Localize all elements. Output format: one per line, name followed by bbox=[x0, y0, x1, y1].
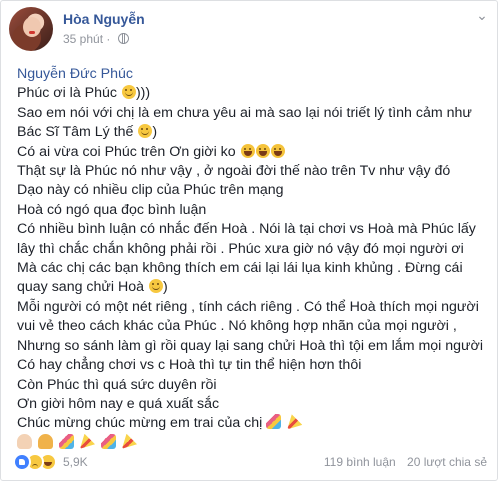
text-line-10-suffix: ) bbox=[162, 279, 168, 296]
smile-emoji-icon bbox=[121, 85, 136, 100]
post-body: Nguyễn Đức Phúc Phúc ơi là Phúc ))) Sao … bbox=[17, 65, 487, 453]
author-name[interactable]: Hòa Nguyễn bbox=[63, 11, 145, 27]
text-line-11: Mỗi người có một nét riêng , tính cách r… bbox=[17, 298, 479, 315]
smile-emoji-icon bbox=[148, 279, 163, 294]
chevron-down-icon[interactable]: ⌄ bbox=[475, 8, 489, 23]
text-line-6: Hoà có ngó qua đọc bình luận bbox=[17, 201, 207, 218]
avatar[interactable] bbox=[9, 7, 53, 51]
post-meta: 35 phút · bbox=[63, 32, 129, 46]
text-line-14: Có hay chẳng chơi vs c Hoà thì tự tin th… bbox=[17, 357, 362, 374]
text-line-2-suffix: ) bbox=[152, 124, 158, 141]
share-count-link[interactable]: 20 lượt chia sẻ bbox=[407, 455, 487, 469]
text-line-8: lây thì chắc chắn không phải rồi . Phúc … bbox=[17, 240, 464, 257]
party-horn-icon bbox=[287, 414, 303, 430]
text-line-1: Sao em nói với chị là em chưa yêu ai mà … bbox=[17, 104, 472, 121]
text-line-0-suffix: ))) bbox=[135, 85, 151, 102]
engagement-counts: 119 bình luận 20 lượt chia sẻ bbox=[316, 455, 487, 469]
text-line-10-text: quay sang chửi Hoà bbox=[17, 279, 145, 296]
comment-count-link[interactable]: 119 bình luận bbox=[324, 455, 396, 469]
text-line-0-text: Phúc ơi là Phúc bbox=[17, 85, 117, 102]
post-time[interactable]: 35 phút bbox=[63, 32, 103, 46]
laughing-emoji-icon bbox=[270, 143, 285, 158]
text-line-9: Mà các chị các bạn không thích em cái lạ… bbox=[17, 260, 463, 277]
text-line-17-text: Chúc mừng chúc mừng em trai của chị bbox=[17, 415, 263, 432]
party-horn-icon bbox=[122, 433, 137, 449]
ok-hand-icon bbox=[17, 433, 32, 449]
text-line-2: Bác Sĩ Tâm Lý thế ) bbox=[17, 123, 487, 142]
emoji-line bbox=[17, 433, 487, 453]
dot-separator: · bbox=[106, 32, 114, 46]
text-line-7: Có nhiều bình luận có nhắc đến Hoà . Nói… bbox=[17, 221, 476, 238]
text-line-13: Nhưng so sánh làm gì rồi quay lại sang c… bbox=[17, 337, 483, 354]
party-horn-icon bbox=[80, 433, 95, 449]
text-line-0: Phúc ơi là Phúc ))) bbox=[17, 84, 487, 103]
text-line-10: quay sang chửi Hoà ) bbox=[17, 278, 487, 297]
party-popper-icon bbox=[59, 433, 74, 449]
post-footer: 5,9K 119 bình luận 20 lượt chia sẻ bbox=[13, 453, 491, 473]
text-line-3-text: Có ai vừa coi Phúc trên Ơn giời ko bbox=[17, 143, 236, 160]
text-line-2-text: Bác Sĩ Tâm Lý thế bbox=[17, 124, 134, 141]
praying-hands-icon bbox=[38, 433, 53, 449]
globe-icon bbox=[117, 33, 129, 44]
mention-link[interactable]: Nguyễn Đức Phúc bbox=[17, 65, 487, 84]
text-line-17: Chúc mừng chúc mừng em trai của chị bbox=[17, 414, 487, 433]
laughing-emoji-icon bbox=[240, 143, 255, 158]
text-line-15: Còn Phúc thì quá sức duyên rồi bbox=[17, 376, 217, 393]
post-card: Hòa Nguyễn 35 phút · ⌄ Nguyễn Đức Phúc P… bbox=[0, 0, 498, 481]
like-reaction-icon bbox=[13, 453, 31, 471]
text-line-4: Thật sự là Phúc nó như vậy , ở ngoài đời… bbox=[17, 163, 451, 180]
text-line-16: Ơn giời hôm nay e quá xuất sắc bbox=[17, 395, 220, 412]
laughing-emoji-icon bbox=[255, 143, 270, 158]
text-line-5: Dạo này có nhiều clip của Phúc trên mạng bbox=[17, 182, 284, 199]
avatar-face bbox=[23, 17, 41, 37]
reaction-count[interactable]: 5,9K bbox=[63, 455, 88, 469]
avatar-lip bbox=[29, 31, 35, 34]
smile-emoji-icon bbox=[138, 124, 153, 139]
party-popper-icon bbox=[101, 433, 116, 449]
party-popper-icon bbox=[266, 414, 282, 430]
post-header: Hòa Nguyễn 35 phút · ⌄ bbox=[9, 7, 489, 51]
text-line-12: vui vẻ theo cách khác của Phúc . Nó khôn… bbox=[17, 318, 457, 335]
text-line-3: Có ai vừa coi Phúc trên Ơn giời ko bbox=[17, 143, 487, 162]
